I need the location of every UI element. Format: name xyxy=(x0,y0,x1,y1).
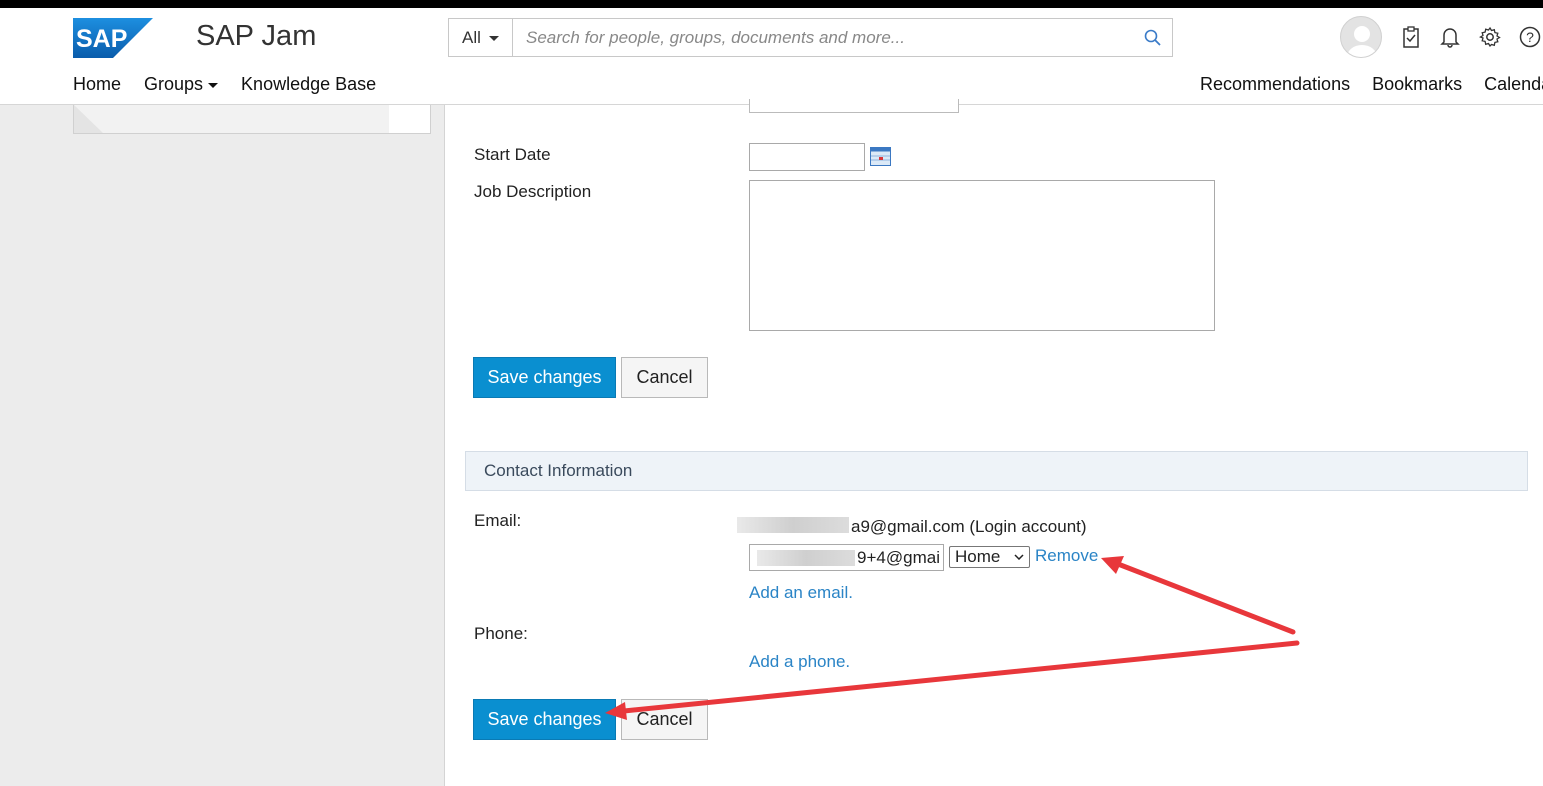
sidebar-card-wedge xyxy=(74,105,104,133)
profile-edit-form: Start Date Job Description Save changes … xyxy=(446,99,1543,786)
contact-information-header: Contact Information xyxy=(465,451,1528,491)
sap-logo[interactable]: SAP xyxy=(73,18,153,58)
search-input[interactable] xyxy=(513,19,1134,56)
secondary-email-value: 9+4@gmai xyxy=(857,547,940,567)
cancel-button[interactable]: Cancel xyxy=(621,357,708,398)
help-icon[interactable]: ? xyxy=(1518,25,1542,49)
save-changes-button[interactable]: Save changes xyxy=(473,357,616,398)
search-bar: All xyxy=(448,18,1173,57)
clipboard-icon[interactable] xyxy=(1399,25,1423,49)
chevron-down-icon xyxy=(208,83,219,88)
secondary-email-input[interactable]: 9+4@gmai xyxy=(749,544,944,571)
sidebar-card-fill xyxy=(74,105,389,133)
email-type-select[interactable]: Home xyxy=(949,546,1030,568)
redacted-email-prefix xyxy=(757,549,856,566)
contact-save-changes-button[interactable]: Save changes xyxy=(473,699,616,740)
secondary-nav: Recommendations Bookmarks Calenda xyxy=(1200,74,1543,95)
nav-groups-label: Groups xyxy=(144,74,204,94)
app-header: SAP SAP Jam All ? Home Groups Knowledge … xyxy=(0,8,1543,105)
start-date-input[interactable] xyxy=(749,143,865,171)
redacted-email-prefix xyxy=(737,517,849,533)
primary-nav: Home Groups Knowledge Base xyxy=(73,74,376,95)
calendar-icon[interactable] xyxy=(870,147,891,166)
nav-home[interactable]: Home xyxy=(73,74,121,95)
job-description-textarea[interactable] xyxy=(749,180,1215,331)
start-date-label: Start Date xyxy=(474,145,551,164)
section-title: Contact Information xyxy=(484,461,633,480)
previous-field-input[interactable] xyxy=(749,99,959,113)
add-phone-link[interactable]: Add a phone. xyxy=(749,652,850,672)
left-sidebar xyxy=(0,105,445,786)
nav-groups[interactable]: Groups xyxy=(144,74,219,95)
add-email-link[interactable]: Add an email. xyxy=(749,583,853,603)
bell-icon[interactable] xyxy=(1438,25,1462,49)
nav-home-label: Home xyxy=(73,74,122,94)
email-type-value: Home xyxy=(955,547,1001,566)
remove-email-link[interactable]: Remove xyxy=(1035,546,1098,566)
chevron-down-icon xyxy=(1014,554,1024,560)
avatar[interactable] xyxy=(1340,16,1382,58)
svg-text:SAP: SAP xyxy=(76,25,127,53)
search-icon[interactable] xyxy=(1134,19,1172,56)
top-border xyxy=(0,0,1543,8)
nav-recommendations[interactable]: Recommendations xyxy=(1200,74,1350,95)
sidebar-card xyxy=(73,105,431,134)
search-scope-label: All xyxy=(462,27,481,47)
gear-icon[interactable] xyxy=(1478,25,1502,49)
login-email: a9@gmail.com (Login account) xyxy=(851,517,1087,536)
nav-knowledge-base-label: Knowledge Base xyxy=(241,74,377,94)
nav-knowledge-base[interactable]: Knowledge Base xyxy=(241,74,376,95)
contact-cancel-button[interactable]: Cancel xyxy=(621,699,708,740)
email-label: Email: xyxy=(474,511,522,530)
job-description-label: Job Description xyxy=(474,182,592,201)
svg-text:?: ? xyxy=(1526,29,1534,45)
search-scope-dropdown[interactable]: All xyxy=(449,19,513,56)
nav-bookmarks[interactable]: Bookmarks xyxy=(1372,74,1462,95)
app-title: SAP Jam xyxy=(196,20,317,52)
phone-label: Phone: xyxy=(474,624,528,643)
chevron-down-icon xyxy=(488,36,499,41)
nav-calendar[interactable]: Calenda xyxy=(1484,74,1543,95)
